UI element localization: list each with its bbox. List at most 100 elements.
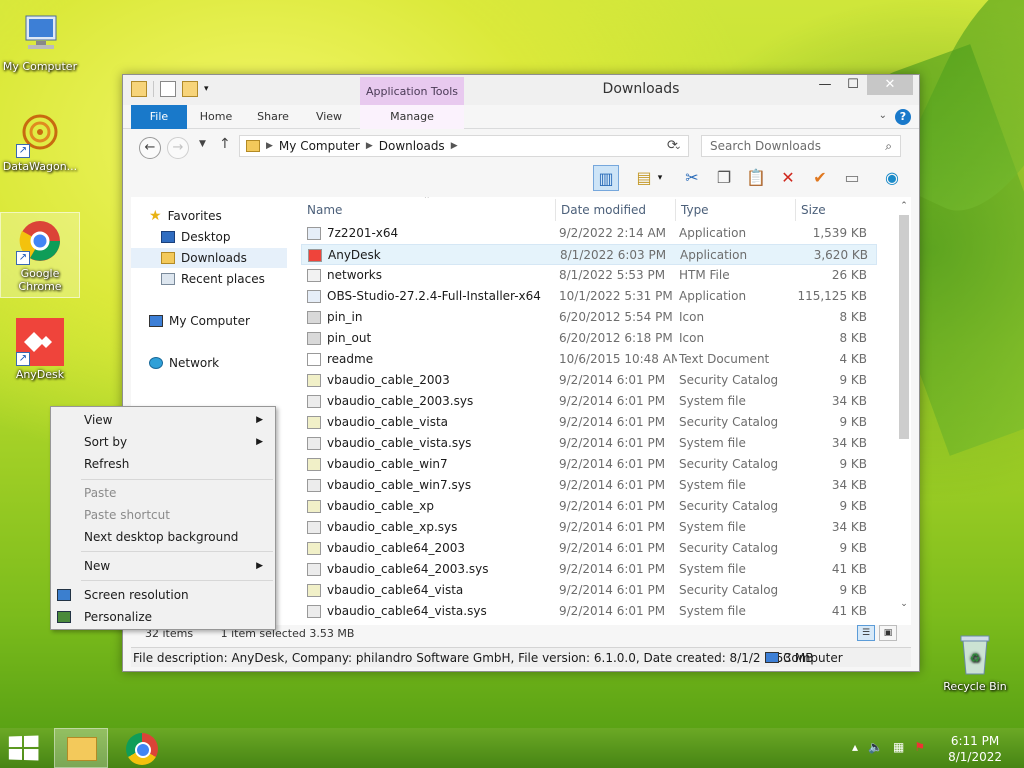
action-center-flag-icon[interactable]: ⚑ [914, 740, 925, 754]
back-button[interactable]: ← [139, 137, 161, 159]
network-icon [149, 357, 163, 369]
minimize-button[interactable]: — [811, 75, 839, 95]
file-row[interactable]: vbaudio_cable_vista 9/2/2014 6:01 PM Secur… [301, 412, 877, 433]
copy-icon[interactable]: ❐ [711, 165, 737, 191]
file-row[interactable]: networks 8/1/2022 5:53 PM HTM File 26 KB [301, 265, 877, 286]
clock[interactable]: 6:11 PM 8/1/2022 [948, 733, 1002, 765]
folder-icon [67, 737, 97, 761]
dropdown-icon[interactable]: ▾ [653, 165, 667, 191]
file-row[interactable]: vbaudio_cable_vista.sys 9/2/2014 6:01 PM S… [301, 433, 877, 454]
search-icon[interactable]: ⌕ [885, 139, 892, 154]
breadcrumb-downloads[interactable]: Downloads [379, 139, 445, 153]
file-row[interactable]: OBS-Studio-27.2.4-Full-Installer-x64 10/1… [301, 286, 877, 307]
menu-item-sort-by[interactable]: Sort by ▶ [84, 432, 271, 452]
taskbar-file-explorer[interactable] [54, 728, 108, 768]
menu-item-refresh[interactable]: Refresh [84, 454, 271, 474]
show-hidden-icons-icon[interactable]: ▴ [852, 740, 858, 754]
help-icon[interactable]: ? [895, 109, 911, 125]
expand-ribbon-icon[interactable]: ⌄ [879, 110, 887, 121]
address-field[interactable]: ▶ My Computer ▶ Downloads ▶ ⌄ [239, 135, 689, 157]
menu-item-view[interactable]: View ▶ [84, 410, 271, 430]
desktop-icon-anydesk[interactable]: ↗ AnyDesk [0, 318, 80, 381]
taskbar-chrome-icon[interactable] [126, 733, 158, 765]
menu-item-personalize[interactable]: Personalize [84, 607, 271, 627]
file-row[interactable]: vbaudio_cable_xp 9/2/2014 6:01 PM Security… [301, 496, 877, 517]
desktop-icon-my-computer[interactable]: My Computer [0, 10, 80, 73]
file-row[interactable]: vbaudio_cable_2003.sys 9/2/2014 6:01 PM Sy… [301, 391, 877, 412]
desktop-icon-label: Google Chrome [18, 267, 62, 293]
column-header-type[interactable]: Type [681, 203, 709, 217]
file-date: 9/2/2014 6:01 PM [559, 436, 666, 450]
column-header-name[interactable]: Name [307, 203, 342, 217]
rename-icon[interactable]: ▭ [839, 165, 865, 191]
nav-my-computer[interactable]: My Computer [149, 311, 250, 331]
column-header-size[interactable]: Size [801, 203, 826, 217]
tab-manage[interactable]: Manage [360, 105, 464, 129]
up-button[interactable]: ↑ [219, 136, 231, 152]
nav-network[interactable]: Network [149, 353, 219, 373]
preview-pane-icon[interactable]: ▥ [593, 165, 619, 191]
desktop-icon-google-chrome[interactable]: ↗ Google Chrome [0, 212, 80, 298]
search-input[interactable]: Search Downloads ⌕ [701, 135, 901, 157]
file-row[interactable]: vbaudio_cable_win7.sys 9/2/2014 6:01 PM Sy… [301, 475, 877, 496]
file-row[interactable]: vbaudio_cable64_2003.sys 9/2/2014 6:01 PM… [301, 559, 877, 580]
file-row[interactable]: pin_out 6/20/2012 6:18 PM Icon 8 KB [301, 328, 877, 349]
title-bar[interactable]: ▾ Application Tools Downloads — ☐ ✕ [123, 75, 919, 105]
vertical-scrollbar[interactable]: ⌃ ⌄ [897, 201, 911, 625]
breadcrumb-chevron-icon[interactable]: ▶ [366, 141, 373, 151]
breadcrumb-my-computer[interactable]: My Computer [279, 139, 360, 153]
shortcut-arrow-icon: ↗ [16, 144, 30, 158]
nav-downloads[interactable]: Downloads [131, 248, 287, 268]
file-row[interactable]: readme 10/6/2015 10:48 AM Text Document 4 K… [301, 349, 877, 370]
file-row[interactable]: pin_in 6/20/2012 5:54 PM Icon 8 KB [301, 307, 877, 328]
scrollbar-thumb[interactable] [899, 215, 909, 439]
menu-item-screen-resolution[interactable]: Screen resolution [84, 585, 271, 605]
large-icons-view-icon[interactable]: ▣ [879, 625, 897, 641]
maximize-button[interactable]: ☐ [839, 75, 867, 95]
checkmark-icon[interactable]: ✔ [807, 165, 833, 191]
file-row[interactable]: vbaudio_cable_win7 9/2/2014 6:01 PM Securi… [301, 454, 877, 475]
menu-item-new[interactable]: New ▶ [84, 556, 271, 576]
desktop-icon-datawagon[interactable]: ↗ DataWagon... [0, 110, 80, 173]
recent-locations-icon[interactable]: ▼ [199, 139, 206, 149]
taskbar: ▴ 🔈 ▦ ⚑ 6:11 PM 8/1/2022 [0, 728, 1024, 768]
file-name: vbaudio_cable64_2003 [327, 541, 466, 555]
file-list[interactable]: ⌃ Name Date modified Type Size 7z2201-x6… [301, 197, 911, 625]
refresh-icon[interactable]: ⟳ [667, 138, 678, 153]
details-view-icon[interactable]: ☰ [857, 625, 875, 641]
menu-divider [81, 580, 273, 581]
nav-recent-places[interactable]: Recent places [161, 269, 265, 289]
column-header-date[interactable]: Date modified [561, 203, 646, 217]
nav-desktop[interactable]: Desktop [161, 227, 231, 247]
file-row[interactable]: vbaudio_cable64_vista.sys 9/2/2014 6:01 P… [301, 601, 877, 622]
cut-icon[interactable]: ✂ [679, 165, 705, 191]
paste-icon[interactable]: 📋 [743, 165, 769, 191]
file-row[interactable]: 7z2201-x64 9/2/2022 2:14 AM Application 1,5… [301, 223, 877, 244]
network-status-icon[interactable]: ▦ [893, 740, 904, 754]
file-size: 8 KB [839, 310, 867, 324]
forward-button[interactable]: → [167, 137, 189, 159]
tab-view[interactable]: View [301, 105, 357, 129]
nav-label: Recent places [181, 272, 265, 286]
close-button[interactable]: ✕ [867, 75, 913, 95]
scroll-up-icon[interactable]: ⌃ [897, 201, 911, 211]
file-row[interactable]: vbaudio_cable64_2003 9/2/2014 6:01 PM Secu… [301, 538, 877, 559]
tab-home[interactable]: Home [187, 105, 245, 129]
nav-favorites[interactable]: ★ Favorites [149, 206, 222, 226]
delete-icon[interactable]: ✕ [775, 165, 801, 191]
scroll-down-icon[interactable]: ⌄ [897, 599, 911, 609]
volume-icon[interactable]: 🔈 [868, 740, 883, 754]
start-button-windows-icon[interactable] [8, 735, 39, 761]
file-row[interactable]: vbaudio_cable64_vista 9/2/2014 6:01 PM Sec… [301, 580, 877, 601]
file-row[interactable]: vbaudio_cable_xp.sys 9/2/2014 6:01 PM Syst… [301, 517, 877, 538]
breadcrumb-chevron-icon[interactable]: ▶ [266, 141, 273, 151]
file-size: 3,620 KB [813, 248, 868, 262]
file-row[interactable]: vbaudio_cable_2003 9/2/2014 6:01 PM Securi… [301, 370, 877, 391]
breadcrumb-chevron-icon[interactable]: ▶ [451, 141, 458, 151]
menu-item-next-desktop-background[interactable]: Next desktop background [84, 527, 271, 547]
globe-icon[interactable]: ◉ [879, 165, 905, 191]
tab-share[interactable]: Share [245, 105, 301, 129]
tab-file[interactable]: File [131, 105, 187, 129]
file-row[interactable]: AnyDesk 8/1/2022 6:03 PM Application 3,620 … [301, 244, 877, 265]
desktop-icon-recycle-bin[interactable]: ♻ Recycle Bin [935, 630, 1015, 693]
